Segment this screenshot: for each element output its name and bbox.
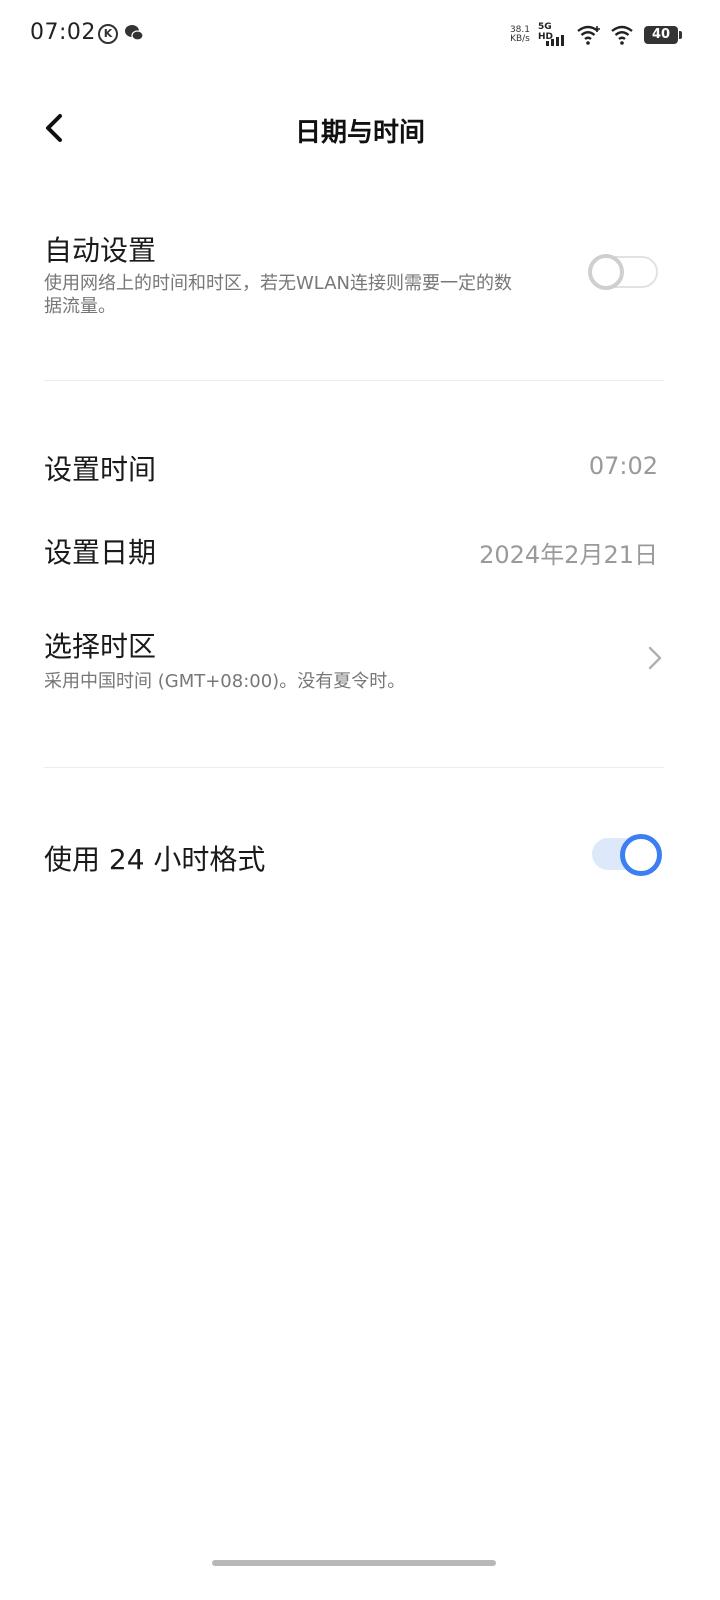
auto-setting-description: 使用网络上的时间和时区，若无WLAN连接则需要一定的数据流量。 — [44, 273, 513, 317]
format-24h-toggle[interactable] — [588, 834, 662, 876]
format-24h-title: 使用 24 小时格式 — [44, 843, 266, 876]
home-indicator[interactable] — [212, 1560, 496, 1566]
set-date-title: 设置日期 — [44, 536, 157, 569]
auto-setting-title: 自动设置 — [44, 234, 157, 267]
set-time-title: 设置时间 — [44, 453, 157, 486]
network-type-label: 5G HD — [538, 22, 554, 42]
cellular-signal-icon: 5G HD — [538, 22, 568, 46]
time-zone-description: 采用中国时间 (GMT+08:00)。没有夏令时。 — [44, 671, 406, 692]
page-title: 日期与时间 — [294, 118, 425, 148]
set-time-value: 07:02 — [588, 452, 658, 480]
divider — [44, 767, 664, 768]
wifi-plus-icon — [577, 25, 600, 45]
wechat-icon — [125, 25, 144, 41]
auto-setting-toggle[interactable] — [588, 252, 662, 292]
network-speed: 38.1 KB/s — [509, 25, 530, 44]
divider — [44, 380, 664, 381]
time-zone-title: 选择时区 — [44, 630, 157, 663]
status-bar: 07:02 K 38.1 KB/s 5G HD 40 — [0, 0, 720, 70]
chevron-right-icon — [648, 646, 662, 670]
status-time: 07:02 — [30, 20, 96, 45]
set-date-value: 2024年2月21日 — [479, 541, 658, 569]
k-app-icon: K — [98, 24, 118, 44]
wifi-icon — [611, 25, 633, 45]
battery-icon: 40 — [644, 26, 682, 44]
